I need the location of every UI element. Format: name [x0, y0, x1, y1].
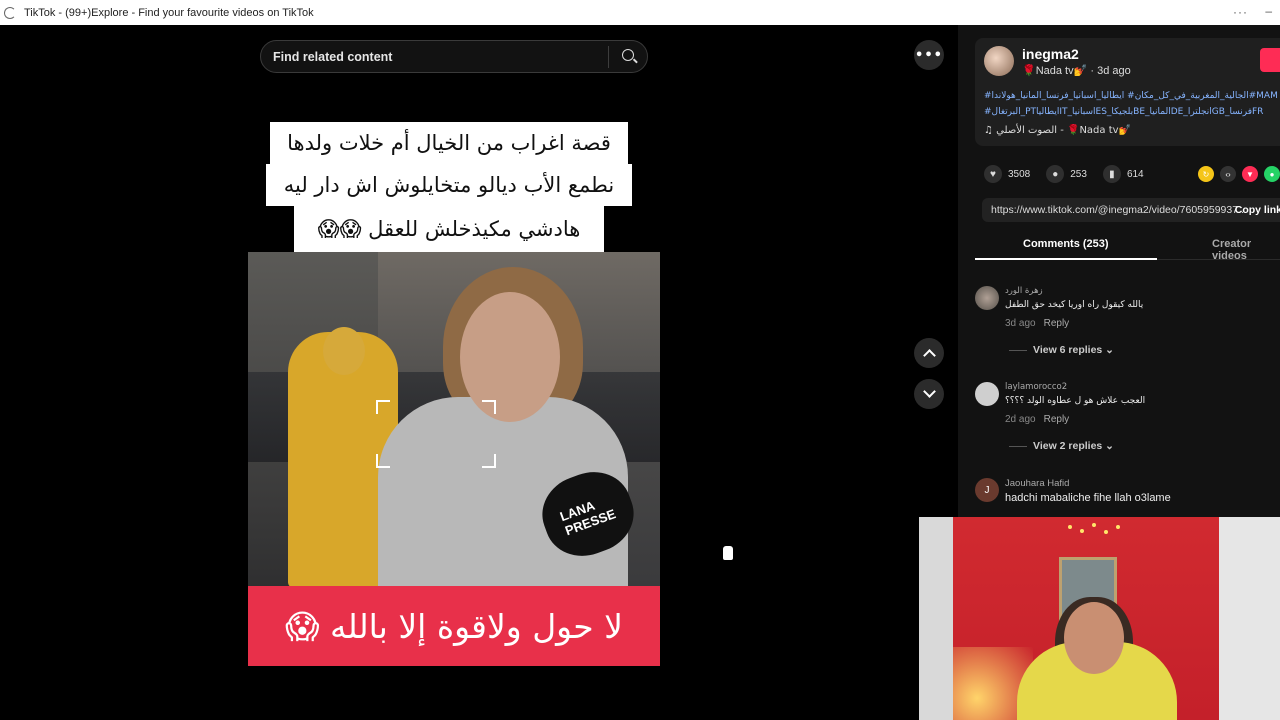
commenter-name[interactable]: Jaouhara Hafid	[1005, 478, 1069, 489]
webcam-white-wall	[1219, 517, 1280, 720]
view-replies-button[interactable]: View 6 replies ⌄	[1009, 344, 1114, 356]
save-count: 614	[1126, 168, 1144, 180]
browser-menu-icon[interactable]: ···	[1233, 5, 1248, 19]
walking-person-head	[323, 327, 365, 375]
streamer-face	[1064, 602, 1124, 674]
whatsapp-icon[interactable]: ●	[1264, 166, 1280, 182]
reload-icon[interactable]	[4, 6, 16, 19]
search-icon[interactable]	[609, 40, 647, 73]
hashtags-line-1[interactable]: #الجالية_المغربية_في_كل_مكان# ايطاليا_اس…	[984, 88, 1280, 104]
focus-brackets	[376, 400, 496, 468]
active-tab-underline	[975, 258, 1157, 260]
bookmark-icon: ▮	[1102, 165, 1121, 183]
chevron-down-icon	[922, 385, 936, 398]
comment-text: العجب علاش هو ل عطاوه الولد ؟؟؟؟	[1005, 396, 1146, 406]
webcam-overlay	[919, 517, 1280, 720]
reply-button[interactable]: Reply	[1044, 318, 1070, 329]
comment-stat[interactable]: ● 253	[1046, 165, 1087, 183]
tab-creator-videos[interactable]: Creator videos	[1212, 238, 1280, 262]
engagement-bar: ♥ 3508 ● 253 ▮ 614 ↻ ‹› ▼ ●	[984, 164, 1280, 184]
reply-button[interactable]: Reply	[1044, 414, 1070, 425]
video-bottom-banner: لا حول ولاقوة إلا بالله 😱	[248, 586, 660, 666]
commenter-avatar[interactable]: J	[975, 478, 999, 502]
search-bar[interactable]: Find related content	[260, 40, 648, 73]
comment-meta: 3d ago Reply	[1005, 318, 1069, 329]
comment-time: 3d ago	[1005, 318, 1036, 329]
panel-tabs: Comments (253) Creator videos	[975, 232, 1280, 262]
window-title: TikTok - (99+)Explore - Find your favour…	[24, 6, 314, 19]
comment-meta: 2d ago Reply	[1005, 414, 1069, 425]
tab-comments[interactable]: Comments (253)	[1023, 238, 1109, 250]
embed-icon[interactable]: ‹›	[1220, 166, 1236, 182]
author-avatar[interactable]	[984, 46, 1014, 76]
hand-cursor-icon	[722, 545, 734, 561]
comment-text: hadchi mabaliche fihe llah o3lame	[1005, 492, 1171, 504]
video-caption-line-3: هادشي مكيذخلش للعقل 😱😱	[294, 206, 604, 252]
send-icon[interactable]: ▼	[1242, 166, 1258, 182]
heart-icon: ♥	[984, 165, 1002, 183]
minimize-button[interactable]: –	[1265, 4, 1272, 18]
follow-button[interactable]	[1260, 48, 1280, 72]
repost-icon[interactable]: ↻	[1198, 166, 1214, 182]
video-hashtags[interactable]: #الجالية_المغربية_في_كل_مكان# ايطاليا_اس…	[984, 88, 1280, 120]
mic-brand: LANA PRESSE	[557, 497, 618, 539]
window-titlebar: TikTok - (99+)Explore - Find your favour…	[0, 0, 1280, 25]
share-url-box[interactable]: https://www.tiktok.com/@inegma2/video/76…	[982, 198, 1280, 222]
next-video-button[interactable]	[914, 379, 944, 409]
commenter-avatar[interactable]	[975, 286, 999, 310]
video-frame: LANA PRESSE	[248, 252, 660, 588]
string-lights	[1064, 519, 1124, 539]
save-stat[interactable]: ▮ 614	[1102, 165, 1144, 183]
author-subtitle: 🌹Nada tv💅 · 3d ago	[1022, 65, 1131, 77]
hashtags-line-2[interactable]: #البرتغال_PTايطالياIT_اسبانياES_بلجيكاBE…	[984, 104, 1280, 120]
like-count: 3508	[1008, 168, 1031, 180]
view-replies-button[interactable]: View 2 replies ⌄	[1009, 440, 1114, 452]
copy-link-button[interactable]: Copy link	[1235, 198, 1280, 222]
music-link[interactable]: ♫ الصوت الأصلي - 🌹Nada tv💅	[984, 125, 1131, 136]
video-caption-line-2: نطمع الأب ديالو متخايلوش اش دار ليه	[266, 164, 632, 206]
search-input[interactable]: Find related content	[273, 50, 608, 64]
comment-text: يالله كيقول راه اوريا كيخد حق الطفل	[1005, 300, 1144, 310]
commenter-name[interactable]: laylamorocco2	[1005, 382, 1067, 392]
author-username[interactable]: inegma2	[1022, 46, 1079, 62]
chevron-up-icon	[922, 349, 936, 362]
comment-icon: ●	[1046, 165, 1065, 183]
comment-time: 2d ago	[1005, 414, 1036, 425]
more-options-button[interactable]: •••	[914, 40, 944, 70]
previous-video-button[interactable]	[914, 338, 944, 368]
comment-count: 253	[1070, 168, 1087, 180]
video-caption-line-1: قصة اغراب من الخيال أم خلات ولدها	[270, 122, 628, 164]
commenter-avatar[interactable]	[975, 382, 999, 406]
like-stat[interactable]: ♥ 3508	[984, 165, 1030, 183]
share-url: https://www.tiktok.com/@inegma2/video/76…	[991, 204, 1247, 216]
commenter-name[interactable]: زهرة الورد	[1005, 286, 1043, 296]
